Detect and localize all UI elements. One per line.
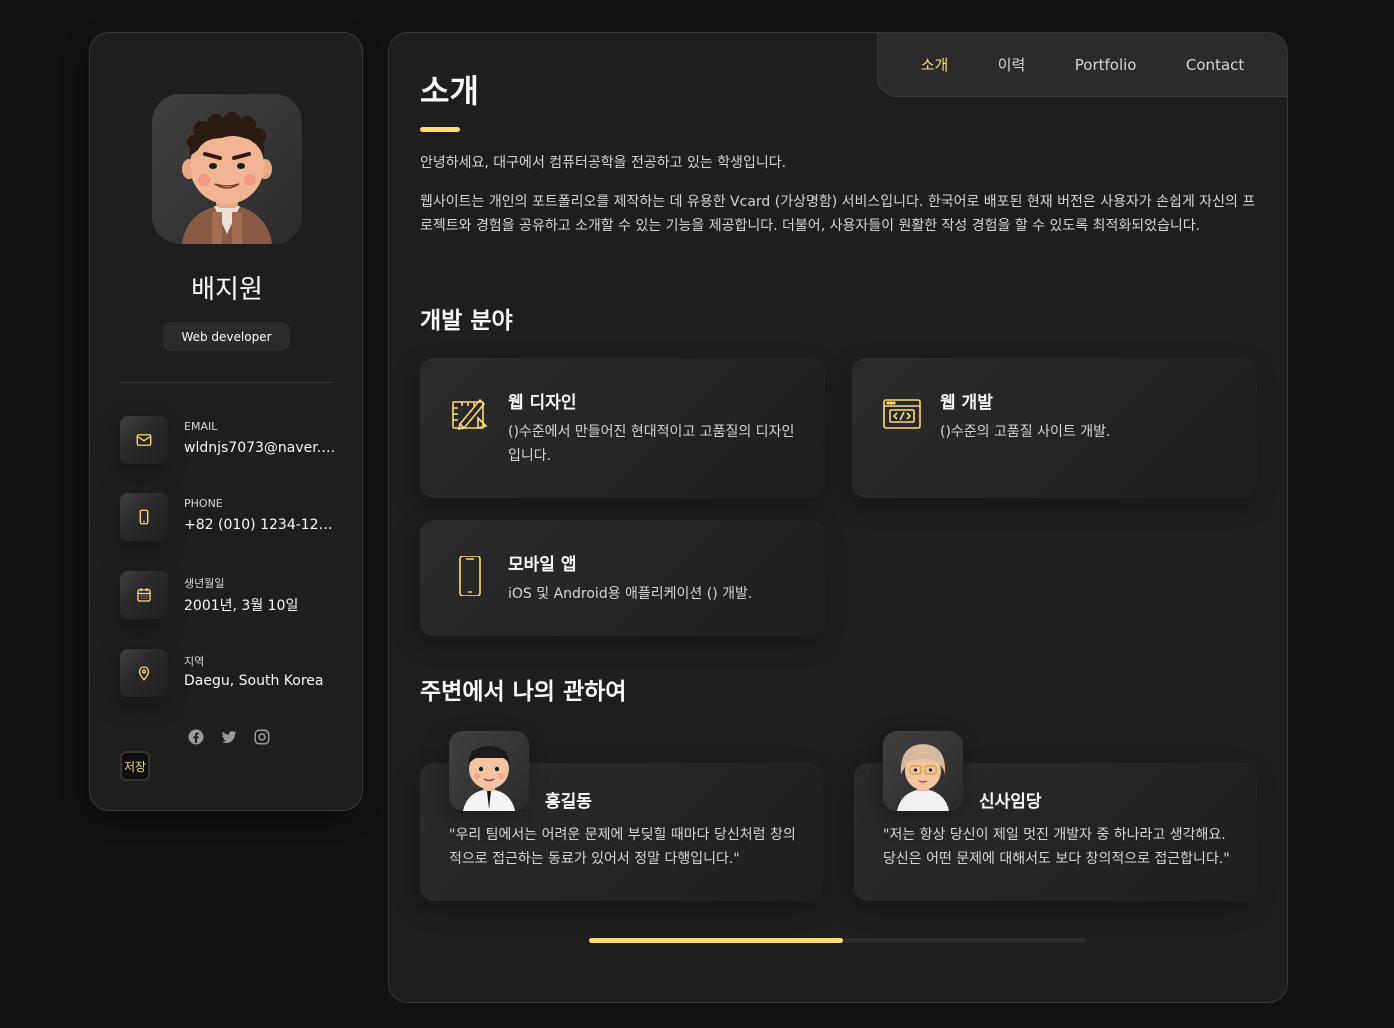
service-title: 웹 개발 <box>940 393 993 413</box>
birthday-value: 2001년, 3월 10일 <box>184 598 299 614</box>
navbar: 소개 이력 Portfolio Contact <box>877 33 1287 97</box>
design-icon <box>450 394 490 434</box>
about-paragraph: 웹사이트는 개인의 포트폴리오를 제작하는 데 유용한 Vcard (가상명함)… <box>420 194 1256 234</box>
page-title: 소개 <box>420 72 479 110</box>
profile-name: 배지원 <box>191 275 263 305</box>
nav-link-about[interactable]: 소개 <box>921 54 949 75</box>
service-card-dev: 웹 개발 ()수준의 고품질 사이트 개발. <box>852 358 1257 498</box>
services-title: 개발 분야 <box>420 308 513 334</box>
service-card-design: 웹 디자인 ()수준에서 만들어진 현대적이고 고품질의 디자인입니다. <box>420 358 825 498</box>
contact-label: 지역 <box>184 655 205 668</box>
testimonials-scrollbar[interactable] <box>589 938 1087 943</box>
contact-label: EMAIL <box>184 420 218 433</box>
about-text: 안녕하세요, 대구에서 컴퓨터공학을 전공하고 있는 학생입니다. 웹사이트는 … <box>420 151 1260 253</box>
email-link[interactable]: wldnjs7073@naver.com <box>184 440 336 456</box>
contact-email: EMAIL wldnjs7073@naver.com <box>120 416 340 464</box>
social-list <box>187 728 271 746</box>
phone-icon <box>120 493 168 541</box>
nav-link-resume[interactable]: 이력 <box>998 54 1026 75</box>
instagram-icon[interactable] <box>253 728 271 746</box>
contact-label: PHONE <box>184 497 223 510</box>
testimonial-name: 신사임당 <box>979 792 1042 812</box>
mobile-icon <box>450 555 490 597</box>
title-underline <box>420 127 460 132</box>
testimonial-avatar <box>449 731 529 811</box>
phone-link[interactable]: +82 (010) 1234-1234 <box>184 517 336 533</box>
nav-link-portfolio[interactable]: Portfolio <box>1075 56 1137 74</box>
save-button[interactable]: 저장 <box>120 751 150 781</box>
testimonial-name: 홍길동 <box>545 792 592 812</box>
service-text: iOS 및 Android용 애플리케이션 () 개발. <box>508 586 753 602</box>
contact-phone: PHONE +82 (010) 1234-1234 <box>120 493 340 541</box>
testimonial-card[interactable]: 홍길동 "우리 팀에서는 어려운 문제에 부딪힐 때마다 당신처럼 창의적으로 … <box>420 731 823 901</box>
mail-icon <box>120 416 168 464</box>
scrollbar-thumb[interactable] <box>589 938 843 943</box>
profile-avatar <box>152 94 302 244</box>
service-text: ()수준에서 만들어진 현대적이고 고품질의 디자인입니다. <box>508 424 795 464</box>
contact-label: 생년월일 <box>184 577 225 590</box>
service-text: ()수준의 고품질 사이트 개발. <box>940 424 1111 440</box>
code-icon <box>882 394 922 434</box>
profile-title-badge: Web developer <box>163 322 290 351</box>
location-icon <box>120 649 168 697</box>
contact-location: 지역 Daegu, South Korea <box>120 649 340 697</box>
sidebar: 배지원 Web developer EMAIL wldnjs7073@naver… <box>89 32 363 811</box>
service-title: 모바일 앱 <box>508 555 577 575</box>
location-value: Daegu, South Korea <box>184 673 324 689</box>
testimonials-title: 주변에서 나의 관하여 <box>420 679 627 705</box>
main-article: 소개 이력 Portfolio Contact 소개 안녕하세요, 대구에서 컴… <box>388 32 1288 1003</box>
nav-link-contact[interactable]: Contact <box>1186 56 1244 74</box>
service-card-mobile: 모바일 앱 iOS 및 Android용 애플리케이션 () 개발. <box>420 520 825 636</box>
facebook-icon[interactable] <box>187 728 205 746</box>
contact-birthday: 생년월일 2001년, 3월 10일 <box>120 571 340 619</box>
testimonial-text: "저는 항상 당신이 제일 멋진 개발자 중 하나라고 생각해요. 당신은 어떤… <box>883 827 1230 867</box>
twitter-icon[interactable] <box>220 728 238 746</box>
calendar-icon <box>120 571 168 619</box>
testimonial-card[interactable]: 신사임당 "저는 항상 당신이 제일 멋진 개발자 중 하나라고 생각해요. 당… <box>854 731 1257 901</box>
sidebar-separator <box>120 382 333 383</box>
about-paragraph: 안녕하세요, 대구에서 컴퓨터공학을 전공하고 있는 학생입니다. <box>420 155 787 171</box>
testimonial-avatar <box>883 731 963 811</box>
service-title: 웹 디자인 <box>508 393 577 413</box>
testimonial-text: "우리 팀에서는 어려운 문제에 부딪힐 때마다 당신처럼 창의적으로 접근하는… <box>449 827 796 867</box>
